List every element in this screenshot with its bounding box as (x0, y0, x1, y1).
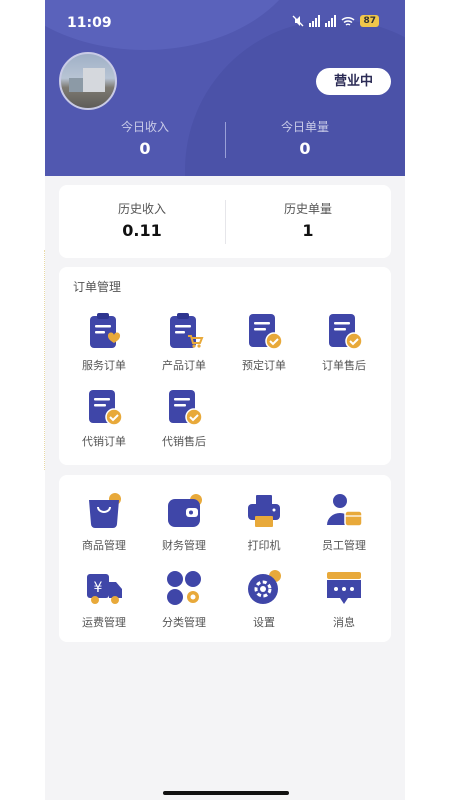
reservation-order-icon (244, 311, 284, 351)
status-time: 11:09 (67, 15, 112, 31)
consignment-aftersale-label: 代销售后 (162, 435, 206, 448)
history-orders: 历史单量 1 (225, 200, 391, 240)
today-orders-value: 0 (299, 139, 311, 158)
goods-management-button[interactable]: 商品管理 (65, 491, 143, 553)
freight-truck-icon: ¥ (84, 568, 124, 608)
printer-label: 打印机 (247, 539, 281, 552)
today-orders-label: 今日单量 (280, 120, 329, 134)
message-icon (324, 568, 364, 608)
message-label: 消息 (333, 616, 355, 629)
service-order-button[interactable]: 服务订单 (65, 311, 143, 373)
history-orders-value: 1 (302, 221, 314, 240)
staff-management-label: 员工管理 (322, 539, 366, 552)
consignment-order-label: 代销订单 (82, 435, 126, 448)
history-income-label: 历史收入 (117, 202, 166, 216)
order-aftersale-button[interactable]: 订单售后 (305, 311, 383, 373)
history-income-value: 0.11 (122, 221, 162, 240)
consignment-order-icon (84, 387, 124, 427)
today-orders: 今日单量 0 (215, 118, 395, 158)
today-stats: 今日收入 0 今日单量 0 (45, 118, 405, 164)
consignment-order-button[interactable]: 代销订单 (65, 387, 143, 449)
home-indicator[interactable] (163, 791, 289, 795)
consignment-aftersale-icon (164, 387, 204, 427)
consignment-aftersale-button[interactable]: 代销售后 (145, 387, 223, 449)
goods-bag-icon (84, 491, 124, 531)
product-order-label: 产品订单 (162, 359, 206, 372)
category-management-label: 分类管理 (162, 616, 206, 629)
order-aftersale-icon (324, 311, 364, 351)
mute-icon (293, 15, 304, 27)
section-title: 订单管理 (73, 280, 122, 294)
settings-gear-icon (244, 568, 284, 608)
category-icon (164, 568, 204, 608)
business-status-button[interactable]: 营业中 (316, 68, 391, 95)
svg-text:¥: ¥ (94, 580, 103, 596)
reservation-order-button[interactable]: 预定订单 (225, 311, 303, 373)
app-screen: 11:09 87 营业中 今日收入 0 今日单量 0 历史收入 0.11 历史单… (45, 0, 405, 800)
history-orders-label: 历史单量 (283, 202, 332, 216)
today-income-value: 0 (139, 139, 151, 158)
finance-management-label: 财务管理 (162, 539, 206, 552)
today-income: 今日收入 0 (55, 118, 235, 158)
staff-management-button[interactable]: 员工管理 (305, 491, 383, 553)
product-order-button[interactable]: 产品订单 (145, 311, 223, 373)
wifi-icon (341, 16, 355, 26)
category-management-button[interactable]: 分类管理 (145, 568, 223, 630)
staff-icon (324, 491, 364, 531)
history-income: 历史收入 0.11 (59, 200, 225, 240)
product-order-icon (164, 311, 204, 351)
freight-management-button[interactable]: ¥ 运费管理 (65, 568, 143, 630)
freight-management-label: 运费管理 (82, 616, 126, 629)
goods-management-label: 商品管理 (82, 539, 126, 552)
signal-icon (309, 15, 321, 27)
signal-icon (325, 15, 337, 27)
battery-level: 87 (360, 15, 379, 27)
printer-icon (244, 491, 284, 531)
service-order-icon (84, 311, 124, 351)
order-aftersale-label: 订单售后 (322, 359, 366, 372)
today-income-label: 今日收入 (120, 120, 169, 134)
reservation-order-label: 预定订单 (242, 359, 286, 372)
status-bar: 11:09 87 (45, 0, 405, 46)
settings-label: 设置 (253, 616, 275, 629)
settings-button[interactable]: 设置 (225, 568, 303, 630)
service-order-label: 服务订单 (82, 359, 126, 372)
finance-management-button[interactable]: 财务管理 (145, 491, 223, 553)
store-header: 11:09 87 营业中 今日收入 0 今日单量 0 (45, 0, 405, 176)
printer-button[interactable]: 打印机 (225, 491, 303, 553)
history-stats-card: 历史收入 0.11 历史单量 1 (59, 185, 391, 258)
management-tools-card: 商品管理 财务管理 打印机 员工管理 ¥ 运费管理 分类管理 设置 消息 (59, 475, 391, 642)
order-management-card: 订单管理 服务订单 产品订单 预定订单 订单售后 代销订单 代销售后 (59, 267, 391, 465)
wallet-icon (164, 491, 204, 531)
message-button[interactable]: 消息 (305, 568, 383, 630)
store-avatar[interactable] (59, 52, 117, 110)
